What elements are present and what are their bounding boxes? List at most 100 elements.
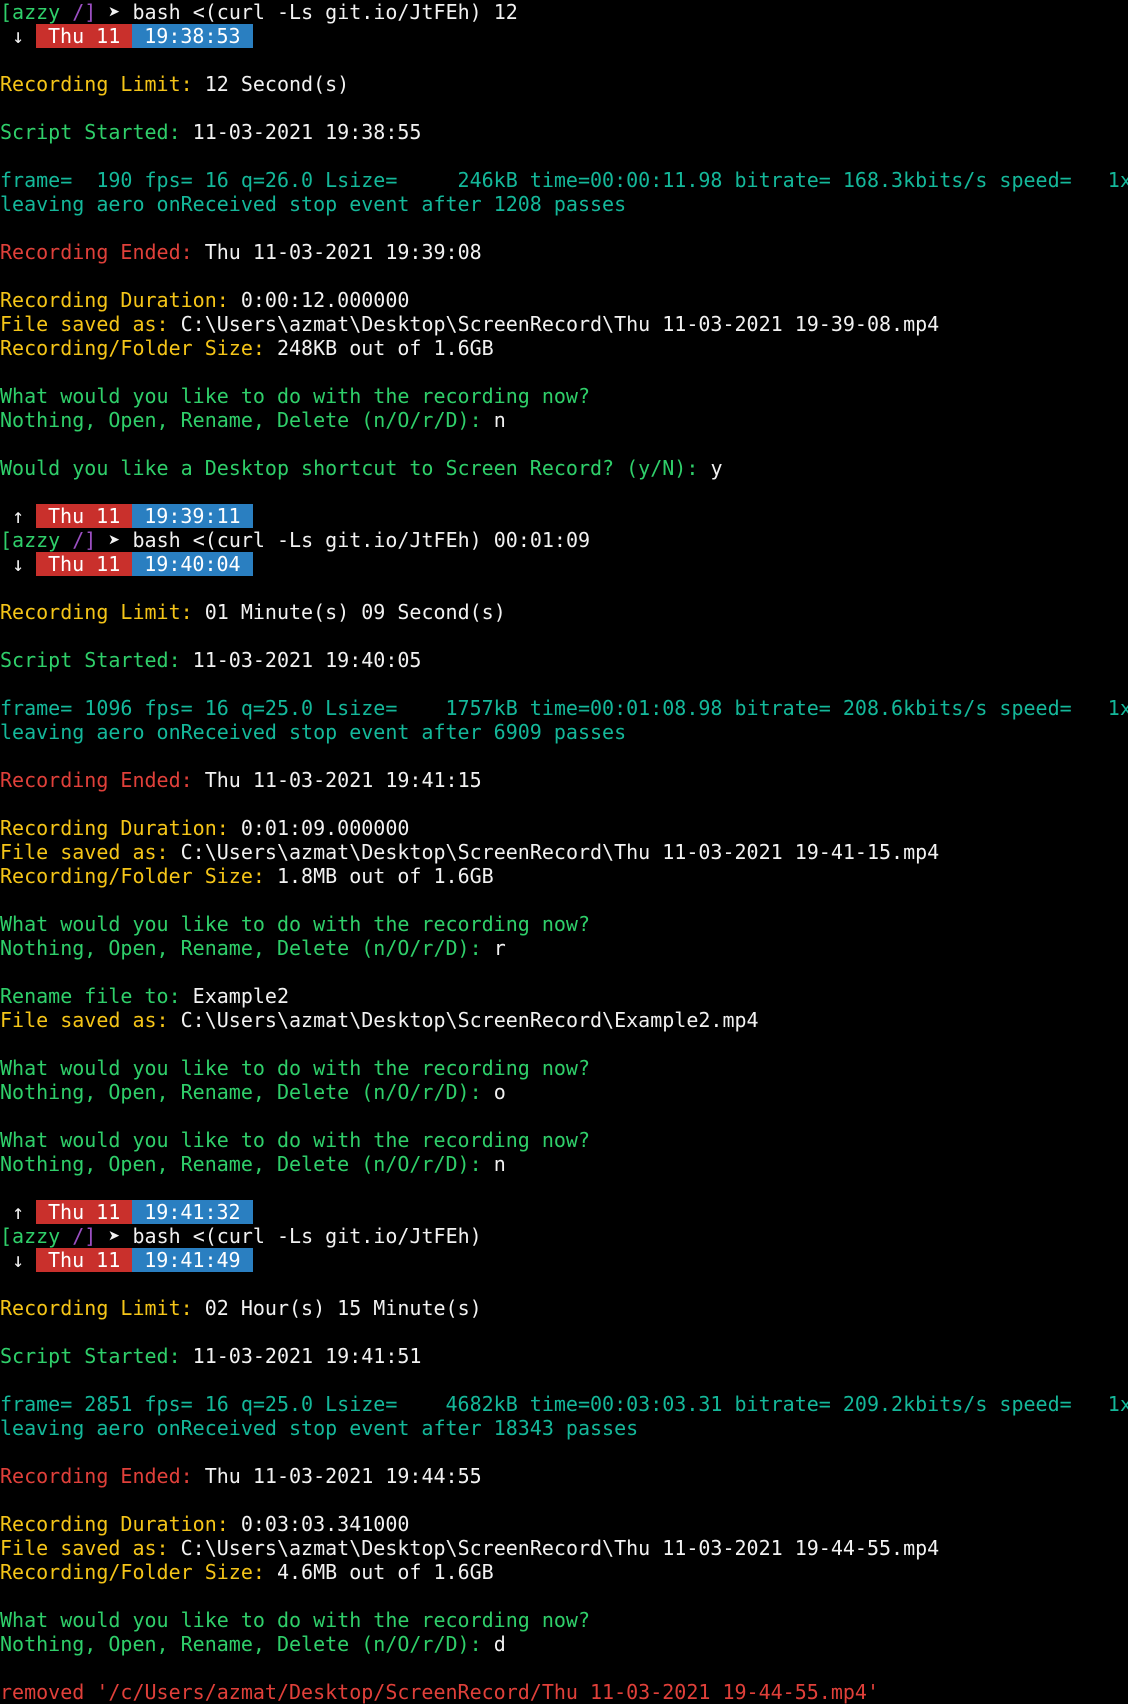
saved-path: C:\Users\azmat\Desktop\ScreenRecord\Thu …	[180, 840, 940, 864]
options-prompt-line[interactable]: Nothing, Open, Rename, Delete (n/O/r/D):…	[0, 1080, 506, 1104]
badge-time: 19:38:53	[132, 24, 253, 48]
prompt-user: [azzy	[0, 528, 61, 552]
limit-label: Recording Limit:	[0, 72, 193, 96]
recording-limit-line: Recording Limit: 12 Second(s)	[0, 72, 349, 96]
folder-size-line: Recording/Folder Size: 1.8MB out of 1.6G…	[0, 864, 494, 888]
aero-stop-line: leaving aero onReceived stop event after…	[0, 192, 627, 216]
options-answer[interactable]: n	[494, 408, 506, 432]
badge-time: 19:41:49	[132, 1248, 253, 1272]
badge-time: 19:41:32	[132, 1200, 253, 1224]
recording-ended-line: Recording Ended: Thu 11-03-2021 19:39:08	[0, 240, 482, 264]
folder-size-line: Recording/Folder Size: 248KB out of 1.6G…	[0, 336, 494, 360]
timestamp-badge-end: ↑ Thu 11 19:39:11	[0, 504, 253, 528]
terminal-window[interactable]: [azzy /] ➤ bash <(curl -Ls git.io/JtFEh)…	[0, 0, 1128, 1704]
ended-value: Thu 11-03-2021 19:41:15	[204, 768, 482, 792]
down-arrow-icon: ↓	[11, 1248, 25, 1272]
prompt-directory: /]	[72, 528, 97, 552]
command-prompt-line: [azzy /] ➤ bash <(curl -Ls git.io/JtFEh)…	[0, 528, 590, 552]
recording-ended-line: Recording Ended: Thu 11-03-2021 19:44:55	[0, 1464, 482, 1488]
saved-path: C:\Users\azmat\Desktop\ScreenRecord\Thu …	[180, 1536, 940, 1560]
timestamp-badge-start: ↓ Thu 11 19:40:04	[0, 552, 253, 576]
question-line: What would you like to do with the recor…	[0, 384, 591, 408]
up-arrow-icon: ↑	[11, 1200, 25, 1224]
rename-value[interactable]: Example2	[193, 984, 289, 1008]
ffmpeg-progress-line: frame= 1096 fps= 16 q=25.0 Lsize= 1757kB…	[0, 696, 1128, 720]
command-text: bash <(curl -Ls git.io/JtFEh)	[132, 1224, 482, 1248]
options-answer[interactable]: n	[494, 1152, 506, 1176]
options-answer[interactable]: d	[494, 1632, 506, 1656]
file-saved-line: File saved as: C:\Users\azmat\Desktop\Sc…	[0, 1008, 759, 1032]
started-value: 11-03-2021 19:40:05	[192, 648, 422, 672]
limit-label: Recording Limit:	[0, 600, 193, 624]
question-line: What would you like to do with the recor…	[0, 912, 591, 936]
command-text: bash <(curl -Ls git.io/JtFEh) 12	[132, 0, 518, 24]
saved-path: C:\Users\azmat\Desktop\ScreenRecord\Thu …	[180, 312, 940, 336]
rename-label: Rename file to:	[0, 984, 181, 1008]
duration-label: Recording Duration:	[0, 1512, 229, 1536]
started-label: Script Started:	[0, 648, 181, 672]
script-started-line: Script Started: 11-03-2021 19:40:05	[0, 648, 421, 672]
options-prompt-line[interactable]: Nothing, Open, Rename, Delete (n/O/r/D):…	[0, 408, 506, 432]
limit-value: 01 Minute(s) 09 Second(s)	[204, 600, 506, 624]
up-arrow-icon: ↑	[11, 504, 25, 528]
ffmpeg-progress-line: frame= 190 fps= 16 q=26.0 Lsize= 246kB t…	[0, 168, 1128, 192]
options-prompt-line[interactable]: Nothing, Open, Rename, Delete (n/O/r/D):…	[0, 1632, 506, 1656]
options-prompt: Nothing, Open, Rename, Delete (n/O/r/D):	[0, 936, 482, 960]
command-prompt-line: [azzy /] ➤ bash <(curl -Ls git.io/JtFEh)…	[0, 0, 518, 24]
ended-label: Recording Ended:	[0, 768, 193, 792]
question-line: What would you like to do with the recor…	[0, 1608, 591, 1632]
duration-value: 0:01:09.000000	[240, 816, 410, 840]
options-answer[interactable]: o	[494, 1080, 506, 1104]
folder-size-line: Recording/Folder Size: 4.6MB out of 1.6G…	[0, 1560, 494, 1584]
size-label: Recording/Folder Size:	[0, 336, 265, 360]
shortcut-answer[interactable]: y	[710, 456, 722, 480]
size-value: 1.8MB out of 1.6GB	[276, 864, 494, 888]
started-value: 11-03-2021 19:41:51	[192, 1344, 422, 1368]
prompt-arrow-icon: ➤	[108, 0, 121, 24]
aero-stop-line: leaving aero onReceived stop event after…	[0, 1416, 639, 1440]
script-started-line: Script Started: 11-03-2021 19:41:51	[0, 1344, 421, 1368]
aero-stop-line: leaving aero onReceived stop event after…	[0, 720, 627, 744]
size-label: Recording/Folder Size:	[0, 864, 265, 888]
removed-file-line: removed '/c/Users/azmat/Desktop/ScreenRe…	[0, 1680, 879, 1704]
badge-time: 19:39:11	[132, 504, 253, 528]
prompt-arrow-icon: ➤	[108, 1224, 121, 1248]
badge-time: 19:40:04	[132, 552, 253, 576]
badge-day: Thu 11	[36, 1200, 133, 1224]
prompt-arrow-icon: ➤	[108, 528, 121, 552]
down-arrow-icon: ↓	[11, 552, 25, 576]
started-label: Script Started:	[0, 120, 181, 144]
size-value: 248KB out of 1.6GB	[276, 336, 494, 360]
saved-label: File saved as:	[0, 840, 169, 864]
command-text: bash <(curl -Ls git.io/JtFEh) 00:01:09	[132, 528, 591, 552]
prompt-directory: /]	[72, 1224, 97, 1248]
options-prompt: Nothing, Open, Rename, Delete (n/O/r/D):	[0, 1632, 482, 1656]
recording-limit-line: Recording Limit: 02 Hour(s) 15 Minute(s)	[0, 1296, 482, 1320]
shortcut-prompt-line[interactable]: Would you like a Desktop shortcut to Scr…	[0, 456, 722, 480]
options-prompt-line[interactable]: Nothing, Open, Rename, Delete (n/O/r/D):…	[0, 936, 506, 960]
badge-day: Thu 11	[36, 24, 133, 48]
rename-line[interactable]: Rename file to: Example2	[0, 984, 289, 1008]
recording-duration-line: Recording Duration: 0:00:12.000000	[0, 288, 409, 312]
options-prompt: Nothing, Open, Rename, Delete (n/O/r/D):	[0, 1152, 482, 1176]
options-answer[interactable]: r	[494, 936, 506, 960]
timestamp-badge-start: ↓ Thu 11 19:41:49	[0, 1248, 253, 1272]
options-prompt-line[interactable]: Nothing, Open, Rename, Delete (n/O/r/D):…	[0, 1152, 506, 1176]
file-saved-line: File saved as: C:\Users\azmat\Desktop\Sc…	[0, 312, 939, 336]
limit-label: Recording Limit:	[0, 1296, 193, 1320]
duration-value: 0:00:12.000000	[240, 288, 410, 312]
recording-duration-line: Recording Duration: 0:01:09.000000	[0, 816, 409, 840]
timestamp-badge-start: ↓ Thu 11 19:38:53	[0, 24, 253, 48]
recording-duration-line: Recording Duration: 0:03:03.341000	[0, 1512, 409, 1536]
saved-path: C:\Users\azmat\Desktop\ScreenRecord\Exam…	[180, 1008, 759, 1032]
badge-day: Thu 11	[36, 1248, 133, 1272]
ended-value: Thu 11-03-2021 19:44:55	[204, 1464, 482, 1488]
ffmpeg-progress-line: frame= 2851 fps= 16 q=25.0 Lsize= 4682kB…	[0, 1392, 1128, 1416]
down-arrow-icon: ↓	[11, 24, 25, 48]
badge-day: Thu 11	[36, 504, 133, 528]
started-label: Script Started:	[0, 1344, 181, 1368]
file-saved-line: File saved as: C:\Users\azmat\Desktop\Sc…	[0, 1536, 939, 1560]
ended-label: Recording Ended:	[0, 240, 193, 264]
saved-label: File saved as:	[0, 1536, 169, 1560]
badge-day: Thu 11	[36, 552, 133, 576]
